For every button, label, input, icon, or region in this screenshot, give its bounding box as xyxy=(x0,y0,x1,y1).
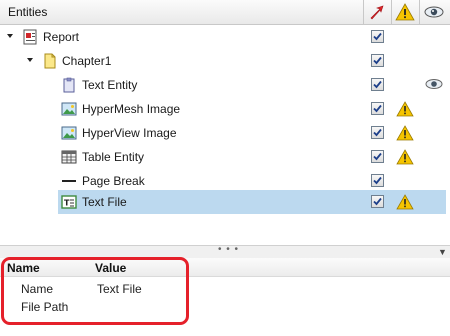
arrow-icon[interactable] xyxy=(369,4,385,20)
tree-row-label: Text Entity xyxy=(82,78,138,92)
visible-checkbox[interactable] xyxy=(371,126,384,139)
chapter-icon xyxy=(44,53,56,69)
tree-row-hyperview-image[interactable]: HyperView Image xyxy=(0,121,450,145)
visible-checkbox[interactable] xyxy=(371,174,384,187)
tree-row-label: HyperMesh Image xyxy=(82,102,181,116)
tree-row-table-entity[interactable]: Table Entity xyxy=(0,145,450,169)
warning-icon xyxy=(396,125,414,141)
chevron-down-icon[interactable] xyxy=(7,34,13,38)
chevron-down-icon[interactable] xyxy=(27,58,33,62)
tree-row-label: Text File xyxy=(82,195,127,209)
image-icon xyxy=(61,126,77,140)
tree-row-label: Page Break xyxy=(82,174,145,188)
visible-checkbox[interactable] xyxy=(371,150,384,163)
tree-row-chapter1[interactable]: Chapter1 xyxy=(0,49,450,73)
visible-checkbox[interactable] xyxy=(371,195,384,208)
warning-icon xyxy=(396,149,414,165)
text-entity-icon xyxy=(63,77,75,93)
entities-header: Entities xyxy=(0,0,450,25)
entities-panel: Entities Report Chapter1 Text Entity Hyp… xyxy=(0,0,450,245)
entities-title: Entities xyxy=(8,5,48,19)
visible-checkbox[interactable] xyxy=(371,54,384,67)
svg-text:T: T xyxy=(64,199,70,208)
collapse-icon[interactable]: ▼ xyxy=(438,247,447,257)
visible-checkbox[interactable] xyxy=(371,30,384,43)
annotation-highlight xyxy=(1,257,189,325)
tree-row-label: HyperView Image xyxy=(82,126,177,140)
tree-row-report[interactable]: Report xyxy=(0,25,450,49)
warning-icon xyxy=(396,194,414,210)
warning-icon xyxy=(396,101,414,117)
eye-icon[interactable] xyxy=(424,6,444,18)
table-icon xyxy=(61,150,77,164)
image-icon xyxy=(61,102,77,116)
tree-row-label: Table Entity xyxy=(82,150,145,164)
eye-icon[interactable] xyxy=(425,78,443,90)
visible-checkbox[interactable] xyxy=(371,78,384,91)
page-break-icon xyxy=(62,180,76,182)
report-icon xyxy=(23,29,37,45)
tree-row-hypermesh-image[interactable]: HyperMesh Image xyxy=(0,97,450,121)
splitter-grip[interactable]: • • • xyxy=(218,244,239,255)
text-file-icon: T xyxy=(61,195,77,209)
visible-checkbox[interactable] xyxy=(371,102,384,115)
tree-row-label: Report xyxy=(43,30,80,44)
warning-icon[interactable] xyxy=(395,3,415,21)
tree-row-text-entity[interactable]: Text Entity xyxy=(0,73,450,97)
tree-row-text-file[interactable]: T Text File xyxy=(58,190,446,214)
tree-row-label: Chapter1 xyxy=(62,54,112,68)
